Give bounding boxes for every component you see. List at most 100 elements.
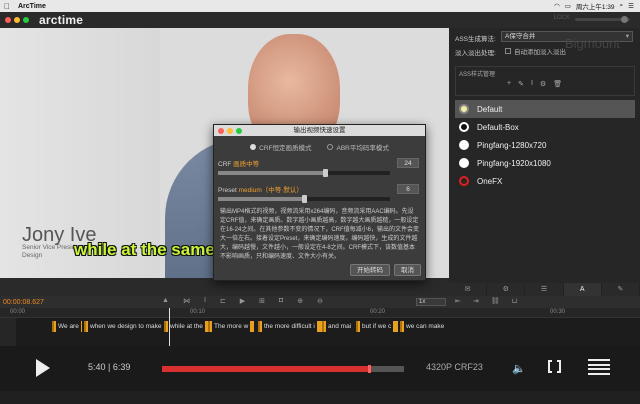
tab-chat-icon[interactable]: ✉ <box>449 283 488 296</box>
fullscreen-icon[interactable] <box>548 359 561 374</box>
trim-tool-icon[interactable]: ⊏ <box>220 297 226 305</box>
app-menu-name[interactable]: ArcTime <box>18 3 46 10</box>
tab-list-icon[interactable]: ☰ <box>525 283 564 296</box>
merge-icon[interactable]: ⊔ <box>512 297 517 305</box>
delete-style-icon[interactable]: 🗑 <box>553 80 562 88</box>
status-bar <box>0 391 640 404</box>
right-panel-tabs: ✉ ⚙ ☰ A ✎ <box>449 283 640 296</box>
preset-row: Preset medium（中等·默认） 6 <box>218 184 421 204</box>
volume-icon[interactable]: 🔈 <box>512 362 526 375</box>
tab-brush-icon[interactable]: ✎ <box>602 283 640 296</box>
close-window-button[interactable] <box>5 17 11 23</box>
dialog-close-button[interactable] <box>218 127 224 134</box>
abr-mode-label: ABR平均码率模式 <box>336 145 389 152</box>
add-style-icon[interactable]: + <box>507 80 511 88</box>
style-name: Default <box>477 104 503 114</box>
player-progress-bar[interactable] <box>162 365 404 373</box>
crf-mode-label: CRF恒定画质模式 <box>259 145 312 152</box>
subtitle-clip[interactable]: The more w <box>208 321 254 332</box>
crf-value-field[interactable]: 24 <box>397 158 419 168</box>
zoom-select[interactable]: 1x <box>416 298 446 306</box>
tab-text-style[interactable]: A <box>563 283 602 296</box>
dialog-minimize-button[interactable] <box>227 127 233 134</box>
select-tool-icon[interactable]: ▲ <box>162 297 169 305</box>
style-color-swatch <box>459 122 469 132</box>
style-color-swatch <box>459 104 469 114</box>
notification-icon[interactable]: ☰ <box>628 2 634 10</box>
subtitle-clip[interactable]: when we design to make <box>84 321 162 332</box>
ruler-tick-label: 00:10 <box>190 309 206 315</box>
style-color-swatch <box>459 176 469 186</box>
player-progress-knob[interactable] <box>367 365 371 373</box>
watermark: Bigmount <box>565 36 620 51</box>
lock-label: LOCK <box>553 15 570 21</box>
style-item[interactable]: Default-Box <box>455 118 635 136</box>
menubar-clock[interactable]: 周六上午1:39 <box>576 1 615 11</box>
wifi-icon[interactable]: ◠ <box>554 2 560 10</box>
style-item[interactable]: Default <box>455 100 635 118</box>
dialog-titlebar: 输出视频快速设置 <box>214 125 425 136</box>
style-name: OneFX <box>477 176 503 186</box>
split-tool-icon[interactable]: ⋈ <box>183 297 190 305</box>
checkbox-icon <box>505 48 511 54</box>
edit-style-icon[interactable]: ✎ <box>518 80 524 88</box>
crf-level-text: 画质中等 <box>233 161 260 168</box>
abr-mode-radio[interactable]: ABR平均码率模式 <box>327 142 389 152</box>
camera-tool-icon[interactable]: ◘ <box>279 297 283 305</box>
dialog-zoom-button[interactable] <box>236 127 242 134</box>
style-name: Pingfang-1280x720 <box>477 140 547 150</box>
tab-gear-icon[interactable]: ⚙ <box>487 283 526 296</box>
start-transcode-button[interactable]: 开始转码 <box>350 264 390 276</box>
align-right-icon[interactable]: ⇥ <box>473 297 479 305</box>
zoom-out-icon[interactable]: ⊖ <box>317 297 323 305</box>
cancel-button[interactable]: 取消 <box>394 264 421 276</box>
search-icon[interactable]: ⌕ <box>620 2 624 10</box>
play-button[interactable] <box>36 359 50 377</box>
rename-style-icon[interactable]: I <box>531 80 533 88</box>
play-tool-icon[interactable]: ▶ <box>240 297 245 305</box>
timeline-ruler[interactable]: 00:00 00:10 00:20 00:30 <box>0 308 640 318</box>
link-icon[interactable]: ⛓ <box>491 297 500 305</box>
playhead[interactable] <box>169 308 170 346</box>
snap-tool-icon[interactable]: ⊞ <box>259 297 265 305</box>
settings-style-icon[interactable]: ⚙ <box>540 80 546 88</box>
mac-menubar:  ArcTime ◠ ▭ 周六上午1:39 ⌕ ☰ <box>0 0 640 12</box>
subtitle-clip[interactable]: we can make <box>400 321 444 332</box>
zoom-in-icon[interactable]: ⊕ <box>297 297 303 305</box>
subtitle-clip[interactable]: and mai <box>322 321 352 332</box>
text-tool-icon[interactable]: I <box>204 297 206 305</box>
lock-slider[interactable] <box>575 16 630 23</box>
ruler-tick-label: 00:30 <box>550 309 566 315</box>
style-color-swatch <box>459 140 469 150</box>
crf-mode-radio[interactable]: CRF恒定画质模式 <box>250 142 311 152</box>
timeline-right-tools: ⇤ ⇥ ⛓ ⊔ <box>455 297 517 305</box>
subtitle-clip[interactable]: but if we c <box>356 321 398 332</box>
style-item[interactable]: Pingfang-1920x1080 <box>455 154 635 172</box>
zoom-window-button[interactable] <box>23 17 29 23</box>
apple-icon[interactable]:  <box>0 2 14 11</box>
arctime-logo: arctime <box>39 13 84 27</box>
style-toolbar: + ✎ I ⚙ 🗑 <box>507 80 562 88</box>
preset-value-field[interactable]: 6 <box>397 184 419 194</box>
fade-checkbox-label: 自动添加淡入淡出 <box>514 49 566 56</box>
crf-label-text: CRF <box>218 161 232 168</box>
crf-slider-thumb[interactable] <box>322 169 328 177</box>
player-bar: 5:40 | 6:39 4320P CRF23 🔈 <box>0 346 640 391</box>
subtitle-overlay: while at the same <box>74 240 215 259</box>
subtitle-clip-text: We are <box>56 321 81 332</box>
align-left-icon[interactable]: ⇤ <box>455 297 461 305</box>
minimize-window-button[interactable] <box>14 17 20 23</box>
style-item[interactable]: Pingfang-1280x720 <box>455 136 635 154</box>
subtitle-clip[interactable]: while at the <box>164 321 208 332</box>
preset-label: Preset medium（中等·默认） <box>218 184 421 194</box>
menu-icon[interactable] <box>588 359 610 375</box>
subtitle-clip[interactable]: We are <box>52 321 82 332</box>
preset-slider-thumb[interactable] <box>302 195 307 203</box>
subtitle-clip[interactable]: the more difficult i <box>258 321 322 332</box>
style-item[interactable]: OneFX <box>455 172 635 190</box>
dialog-description: 输出MP4格式的视频，视频流采用x264编码，音频流采用AAC编码。先设定CRF… <box>220 209 420 260</box>
crf-slider-track[interactable] <box>218 171 390 175</box>
battery-icon[interactable]: ▭ <box>565 2 571 10</box>
preset-slider-fill <box>218 197 304 201</box>
fade-checkbox[interactable]: 自动添加淡入淡出 <box>505 46 566 56</box>
